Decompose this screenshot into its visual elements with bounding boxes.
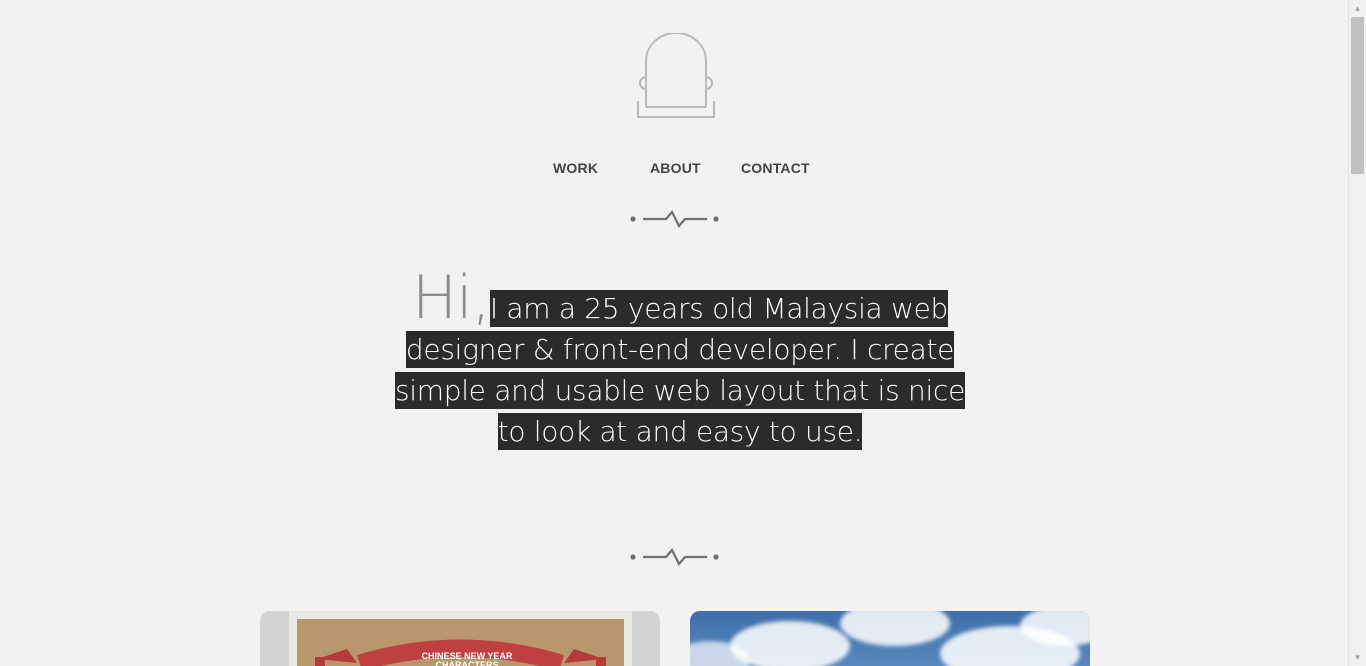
nav-link-contact[interactable]: CONTACT xyxy=(741,158,810,178)
intro-statement: Hi,I am a 25 years old Malaysia web desi… xyxy=(380,268,980,452)
portfolio-item[interactable]: CHINESE NEW YEAR CHARACTERS xyxy=(260,611,660,666)
portfolio-grid: CHINESE NEW YEAR CHARACTERS xyxy=(260,611,1090,666)
heartbeat-divider-icon xyxy=(630,210,719,228)
vertical-scrollbar[interactable]: ▲ ▼ xyxy=(1348,0,1366,666)
poster-image: CHINESE NEW YEAR CHARACTERS xyxy=(297,619,624,666)
page: WORK ABOUT CONTACT Hi,I am a 25 years ol… xyxy=(0,0,1349,666)
portfolio-item[interactable] xyxy=(690,611,1090,666)
scroll-up-icon[interactable]: ▲ xyxy=(1349,0,1366,17)
nav-link-about[interactable]: ABOUT xyxy=(650,158,701,178)
greeting: Hi, xyxy=(411,263,491,333)
heartbeat-divider-icon xyxy=(630,548,719,566)
main-nav: WORK ABOUT CONTACT xyxy=(0,158,1349,178)
tombstone-logo-icon[interactable] xyxy=(636,33,716,119)
poster-frame: CHINESE NEW YEAR CHARACTERS xyxy=(289,611,632,666)
nav-link-work[interactable]: WORK xyxy=(553,158,598,178)
scrollbar-thumb[interactable] xyxy=(1351,17,1364,174)
poster-banner-text: CHINESE NEW YEAR CHARACTERS xyxy=(421,651,513,666)
scroll-down-icon[interactable]: ▼ xyxy=(1349,649,1366,666)
